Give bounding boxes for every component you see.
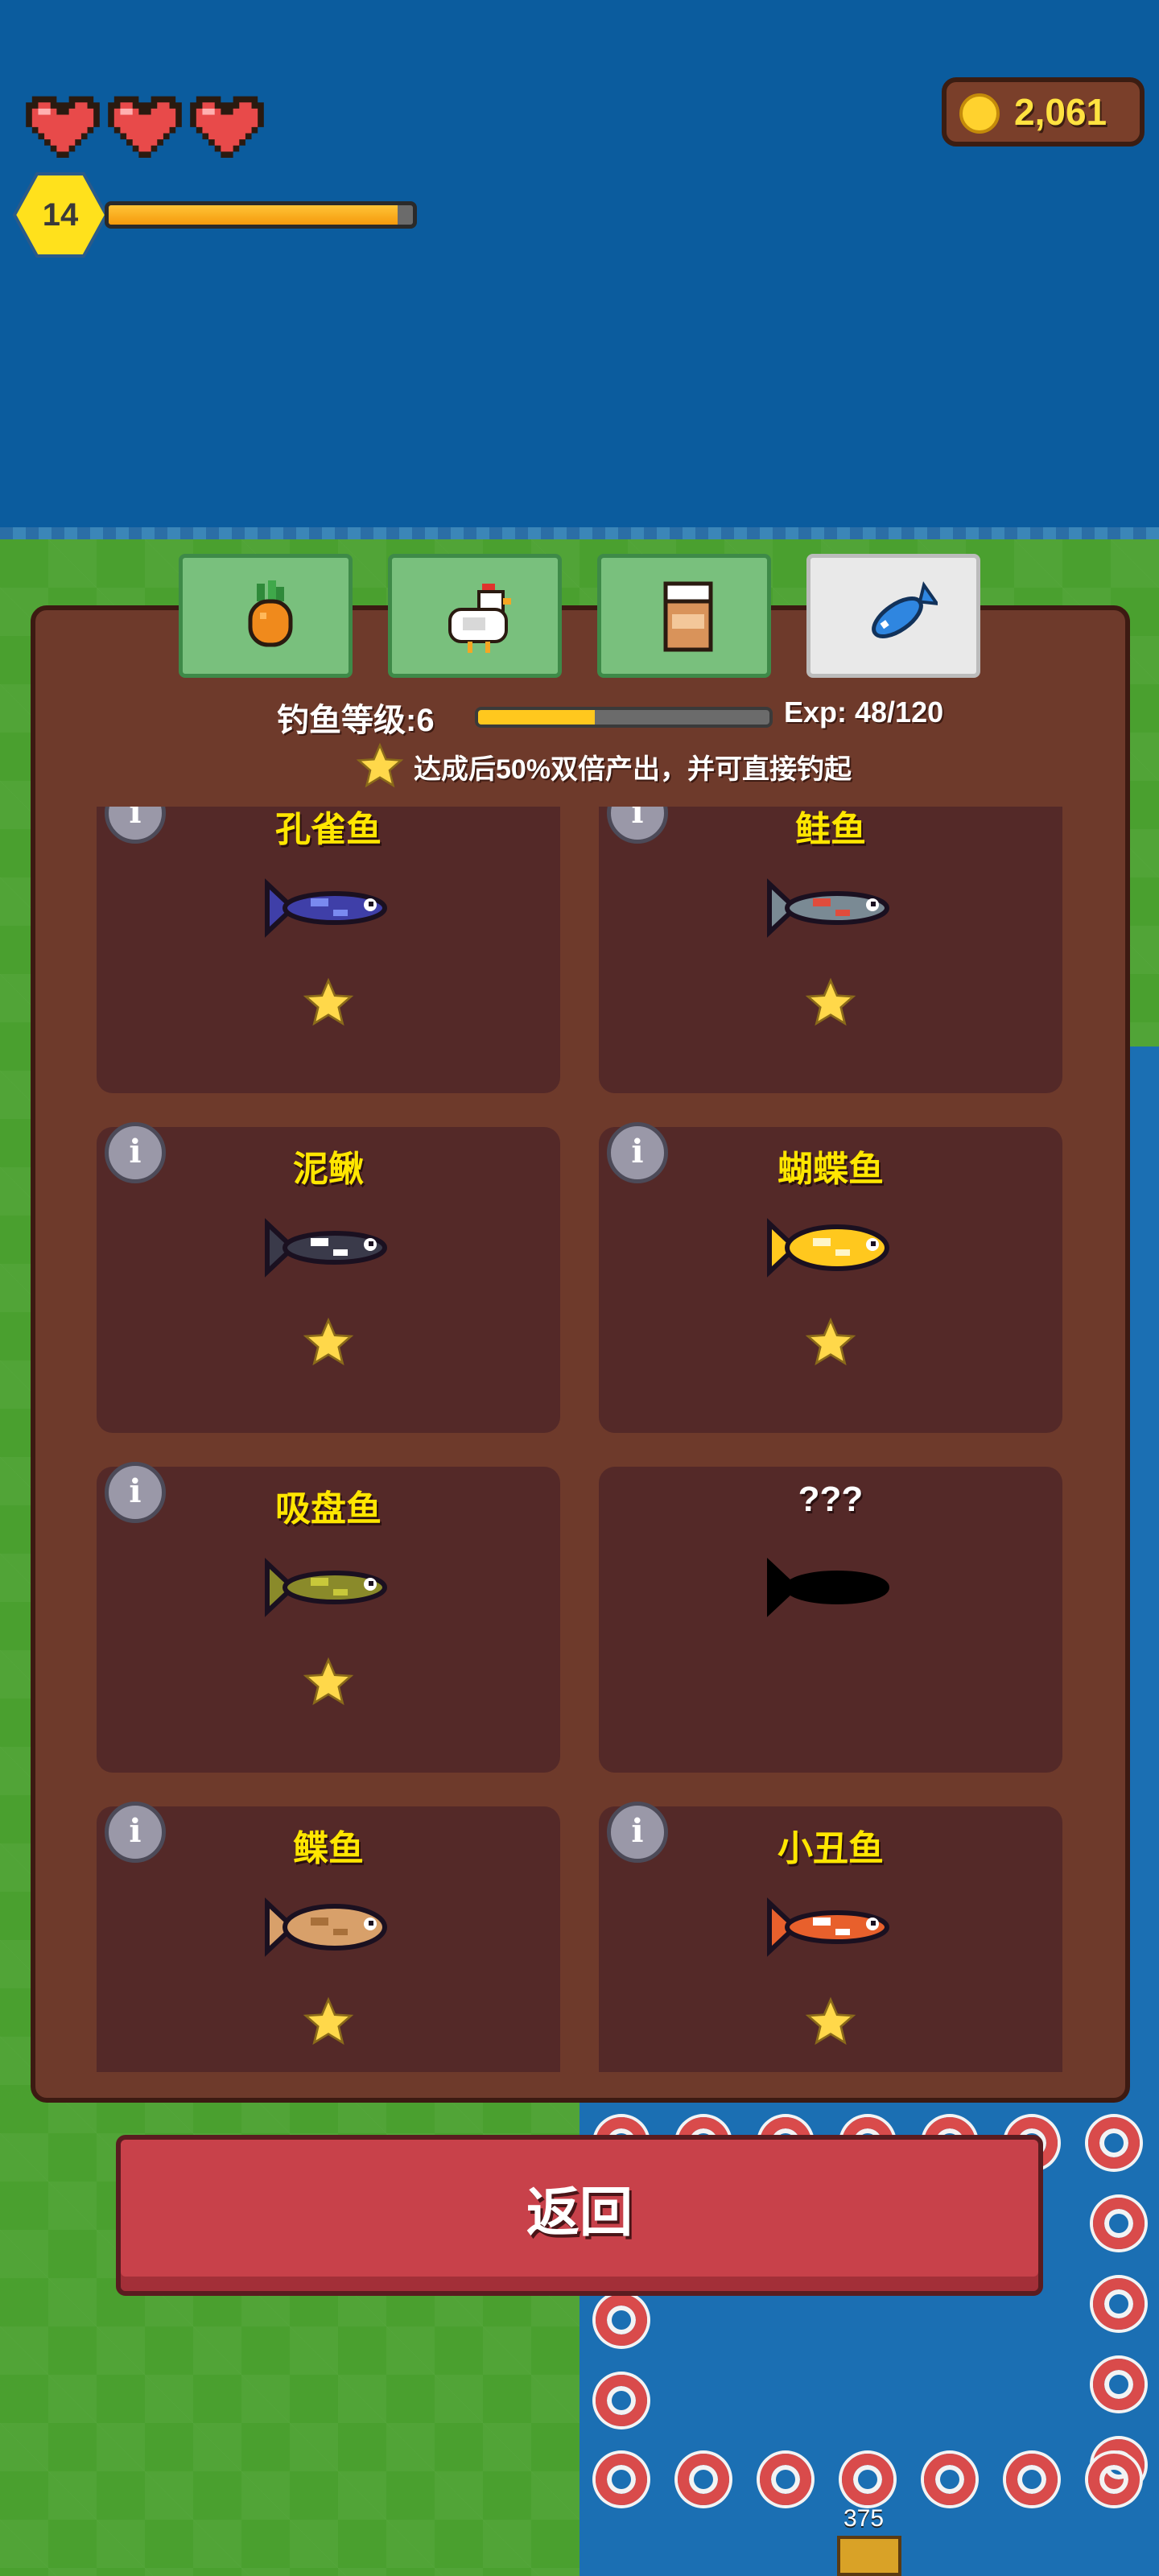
coin-count: 2,061 — [1014, 91, 1107, 133]
fish-collection-grid[interactable]: i 孔雀鱼 i 鲑鱼 i 泥鳅 i 蝴蝶鱼 i 吸盘鱼??? i 鲽鱼 i 小丑鱼 — [80, 807, 1087, 2072]
life-ring-icon — [678, 2454, 729, 2505]
tab-animals[interactable] — [388, 554, 562, 678]
salmon-fish-icon — [767, 878, 889, 938]
star-icon — [303, 1996, 354, 2046]
fishing-exp-bar — [475, 707, 773, 728]
fishing-exp-fill — [478, 710, 595, 724]
fish-name: 泥鳅 — [293, 1150, 364, 1189]
fish-name: 鲑鱼 — [795, 810, 866, 849]
life-ring-icon — [1088, 2117, 1140, 2169]
back-button-label: 返回 — [526, 2182, 633, 2242]
butterfly-fish-icon — [767, 1218, 889, 1278]
suckerfish-icon — [265, 1558, 387, 1617]
fish-card[interactable]: i 鲑鱼 — [599, 807, 1062, 1093]
fish-card[interactable]: i 吸盘鱼 — [97, 1462, 560, 1773]
coin-icon — [959, 93, 1000, 134]
fish-card[interactable]: i 蝴蝶鱼 — [599, 1122, 1062, 1433]
star-icon — [356, 742, 404, 788]
fish-name: 小丑鱼 — [777, 1829, 884, 1868]
fishing-level-label: 钓鱼等级:6 — [277, 703, 435, 738]
star-icon — [805, 1996, 856, 2046]
flounder-fish-icon — [265, 1897, 387, 1957]
chicken-icon — [448, 584, 511, 653]
star-icon — [303, 1317, 354, 1366]
guppy-fish-icon — [265, 878, 387, 938]
star-icon — [303, 977, 354, 1026]
heart-icon — [26, 96, 100, 158]
fish-icon — [872, 581, 938, 638]
fish-name: 孔雀鱼 — [275, 810, 382, 849]
clownfish-icon — [767, 1897, 889, 1957]
fish-card[interactable]: i 孔雀鱼 — [97, 807, 560, 1093]
life-ring-icon — [760, 2454, 811, 2505]
fish-name: 吸盘鱼 — [275, 1489, 382, 1529]
life-ring-icon — [1093, 2278, 1145, 2330]
life-ring-icon — [596, 2294, 647, 2346]
fish-card[interactable]: i 小丑鱼 — [599, 1802, 1062, 2072]
fish-name: ??? — [798, 1480, 864, 1519]
player-xp-bar — [105, 201, 417, 229]
chest-icon[interactable] — [837, 2536, 901, 2576]
fish-name: 蝴蝶鱼 — [777, 1150, 884, 1189]
life-ring-icon — [1088, 2454, 1140, 2505]
fish-name: 鲽鱼 — [293, 1829, 364, 1868]
star-icon — [805, 1317, 856, 1366]
carrot-icon — [248, 580, 293, 647]
tab-fish[interactable] — [806, 554, 980, 678]
life-ring-icon — [1093, 2359, 1145, 2410]
star-icon — [303, 1657, 354, 1706]
life-ring-icon — [924, 2454, 975, 2505]
fishing-exp-label: Exp: 48/120 — [784, 696, 944, 729]
player-xp-fill — [109, 205, 398, 225]
jar-icon — [663, 581, 713, 652]
unknown-fish-silhouette — [767, 1558, 889, 1617]
life-ring-icon — [1006, 2454, 1058, 2505]
tab-crops[interactable] — [179, 554, 353, 678]
heart-icon — [108, 96, 182, 158]
mastery-bonus-text: 达成后50%双倍产出，并可直接钓起 — [414, 754, 852, 785]
loach-fish-icon — [265, 1218, 387, 1278]
life-ring-icon — [1093, 2198, 1145, 2249]
pond-counter: 375 — [843, 2505, 885, 2532]
heart-icon — [190, 96, 264, 158]
life-ring-icon — [596, 2375, 647, 2426]
star-icon — [805, 977, 856, 1026]
tab-products[interactable] — [597, 554, 771, 678]
player-level: 14 — [42, 197, 79, 233]
fish-card[interactable]: i 鲽鱼 — [97, 1802, 560, 2072]
pond-water — [1127, 1046, 1159, 2093]
coin-counter[interactable]: 2,061 — [942, 77, 1145, 147]
life-ring-icon — [596, 2454, 647, 2505]
life-ring-icon — [842, 2454, 893, 2505]
fish-card[interactable]: i 泥鳅 — [97, 1122, 560, 1433]
fish-card[interactable]: ??? — [599, 1467, 1062, 1773]
back-button[interactable]: 返回 — [116, 2135, 1043, 2296]
